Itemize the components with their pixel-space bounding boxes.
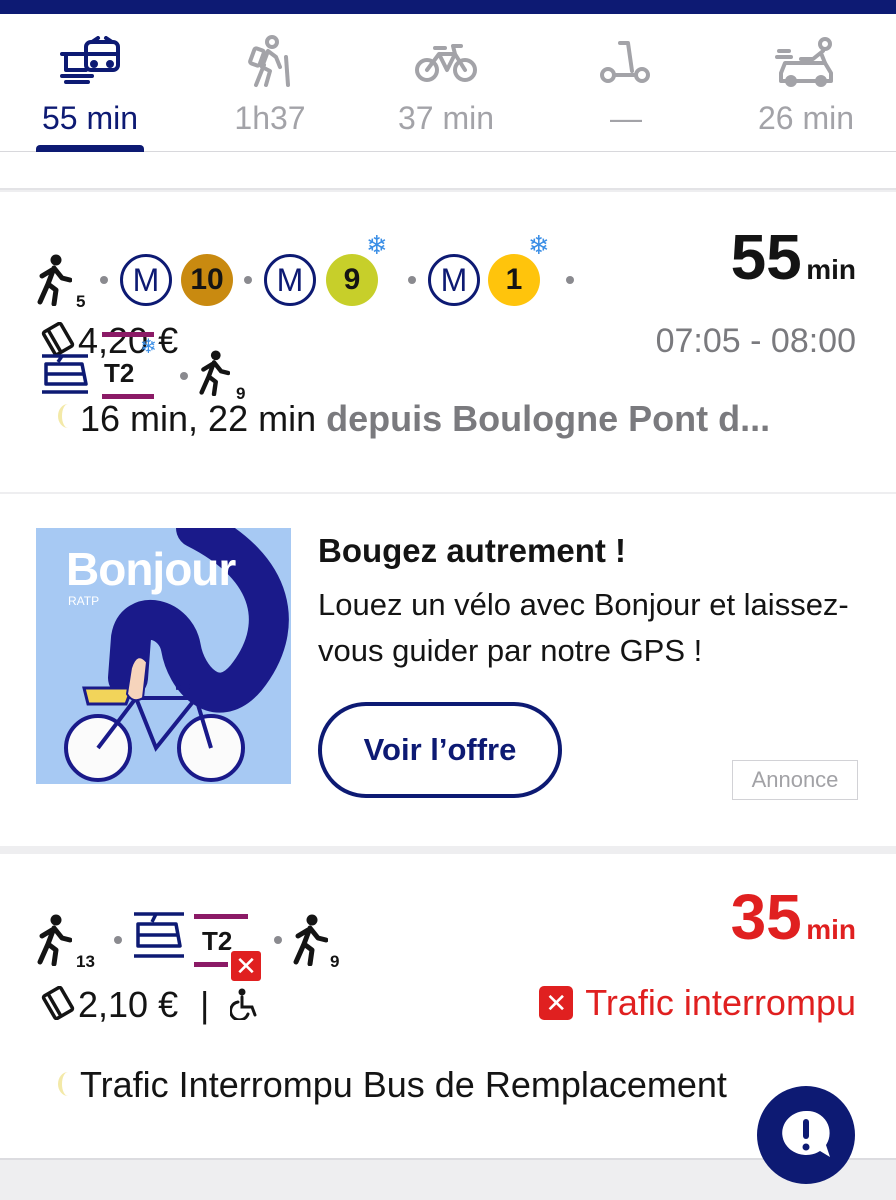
tab-scooter[interactable]: — — [556, 14, 696, 152]
hiker-icon — [230, 34, 310, 90]
metro-badge: M — [120, 254, 172, 306]
walk-minutes-start: 5 — [76, 292, 86, 311]
traffic-status: ✕ Trafic interrompu — [539, 982, 856, 1024]
walk-icon — [199, 350, 230, 396]
next-departures: 16 min, 22 min depuis Boulogne Pont d... — [80, 398, 770, 440]
see-offer-button[interactable]: Voir l’offre — [318, 702, 562, 798]
chat-alert-icon — [782, 1110, 830, 1157]
separator-dot — [100, 276, 108, 284]
next-departure-times: 16 min, 22 min — [80, 398, 317, 439]
separator-dot — [180, 372, 188, 380]
ad-label: Annonce — [732, 760, 858, 800]
price-divider: | — [200, 984, 210, 1025]
ticket-icon — [41, 986, 75, 1020]
price: 4,20 € — [78, 320, 179, 361]
walk-minutes-start: 13 — [76, 952, 95, 971]
separator-dot — [408, 276, 416, 284]
ad-title: Bougez autrement ! — [318, 532, 627, 569]
route-duration: 55 min — [731, 220, 856, 294]
realtime-icon — [58, 1072, 78, 1096]
tab-walk-label: 1h37 — [234, 100, 306, 136]
line-badge-10: 10 — [181, 254, 233, 306]
snowflake-icon: ❄ — [140, 336, 157, 358]
snowflake-icon: ❄ — [366, 230, 388, 260]
price: 2,10 € — [78, 984, 179, 1025]
tab-taxi-label: 26 min — [757, 100, 855, 136]
ad-illustration: Bonjour RATP — [36, 528, 291, 784]
spacer-strip — [0, 152, 896, 190]
tram-icon — [42, 354, 88, 394]
walk-minutes-end: 9 — [330, 952, 340, 971]
tab-bike[interactable]: 37 min — [376, 14, 516, 152]
separator-dot — [274, 936, 282, 944]
separator-dot — [566, 276, 574, 284]
separator-dot — [114, 936, 122, 944]
disruption-message: Trafic Interrompu Bus de Remplacement — [80, 1064, 727, 1105]
list-bottom — [0, 1158, 896, 1200]
tab-transit-label: 55 min — [41, 100, 139, 136]
line-badge-9: 9 — [326, 254, 378, 306]
duration-value: 55 — [730, 221, 802, 293]
walk-icon — [37, 254, 72, 306]
status-bar-strip — [0, 0, 896, 14]
realtime-icon — [58, 404, 78, 428]
wheelchair-icon — [230, 988, 257, 1020]
tram-icon — [134, 912, 184, 958]
tram-line-label: T2 — [104, 358, 135, 388]
ad-brand: Bonjour — [66, 543, 236, 595]
tab-transit[interactable]: 55 min — [20, 14, 160, 152]
feedback-button[interactable] — [757, 1086, 855, 1184]
tab-taxi[interactable]: 26 min — [736, 14, 876, 152]
ad-banner[interactable]: Bonjour RATP Bougez autrement ! Louez un… — [0, 494, 896, 846]
transit-icon — [50, 34, 130, 90]
departure-arrival-times: 07:05 - 08:00 — [655, 322, 856, 360]
taxi-icon — [766, 34, 846, 90]
tab-scooter-label: — — [610, 100, 642, 136]
disruption-icon: ✕ — [539, 986, 574, 1020]
duration-value: 35 — [730, 881, 802, 953]
duration-unit: min — [806, 914, 856, 945]
snowflake-icon: ❄ — [528, 230, 550, 260]
traffic-status-text: Trafic interrompu — [585, 982, 856, 1023]
tram-line-bar — [194, 914, 248, 919]
duration-unit: min — [806, 254, 856, 285]
route-card-1[interactable]: 5 M 10 M 9 ❄ M 1 ❄ 55 min 4,20 € 07:05 -… — [0, 192, 896, 492]
metro-badge: M — [428, 254, 480, 306]
mode-tabs: 55 min 1h37 37 min — 26 min — [0, 14, 896, 152]
line-badge-1: 1 — [488, 254, 540, 306]
route-duration: 35 min — [731, 880, 856, 954]
bike-icon — [406, 34, 486, 90]
ticket-icon — [41, 322, 75, 356]
active-tab-indicator — [36, 145, 144, 152]
walk-icon — [293, 914, 328, 966]
ad-body: Louez un vélo avec Bonjour et laissez-vo… — [318, 587, 849, 668]
walk-icon — [37, 914, 72, 966]
disruption-icon: ✕ — [228, 948, 264, 984]
scooter-icon — [586, 34, 666, 90]
tab-bike-label: 37 min — [397, 100, 495, 136]
ad-brand-sub: RATP — [68, 594, 100, 608]
metro-badge: M — [264, 254, 316, 306]
separator-dot — [244, 276, 252, 284]
departure-stop: depuis Boulogne Pont d... — [326, 398, 771, 439]
tab-walk[interactable]: 1h37 — [200, 14, 340, 152]
